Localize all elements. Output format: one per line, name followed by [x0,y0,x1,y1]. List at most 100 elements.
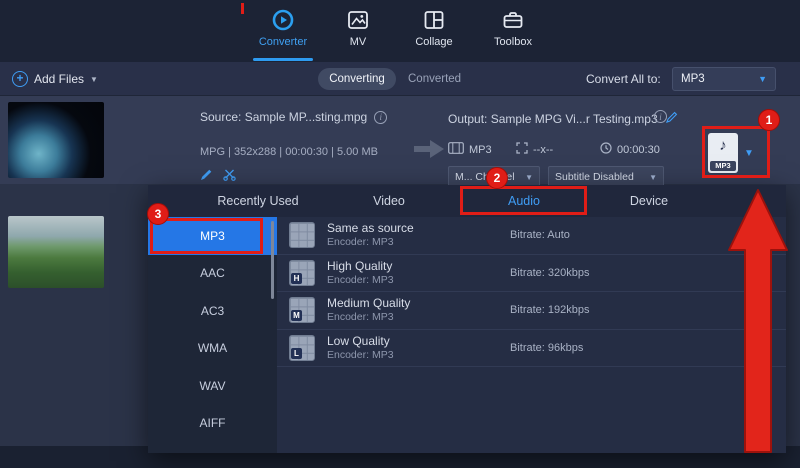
preset-bitrate: Bitrate: 320kbps [510,267,590,279]
output-line: Output: Sample MPG Vi...r Testing.mp3 [448,110,678,128]
popup-tab-video[interactable]: Video [339,185,439,217]
preset-quality-icon: H [289,260,315,286]
source-filename: Source: Sample MP...sting.mpg [200,110,367,124]
preset-encoder: Encoder: MP3 [327,236,414,249]
output-duration-group: 00:00:30 [600,142,660,158]
tab-toolbox-label: Toolbox [494,36,532,48]
active-tab-indicator [253,58,313,61]
quality-letter-badge: H [291,273,302,284]
convert-arrow-icon [414,138,444,165]
chevron-down-icon: ▼ [525,173,533,182]
video-thumbnail-earth [8,102,104,178]
popup-tab-audio[interactable]: Audio [474,185,574,217]
preset-quality-icon [289,222,315,248]
output-resolution-group: --x-- [516,142,553,158]
format-frame-icon [448,141,464,159]
preset-row-medium-quality[interactable]: M Medium Quality Encoder: MP3 Bitrate: 1… [277,292,786,330]
output-resolution: --x-- [533,144,553,156]
tab-converter-label: Converter [259,36,307,48]
format-item-aac[interactable]: AAC [148,255,277,293]
preset-encoder: Encoder: MP3 [327,274,394,287]
chevron-down-icon: ▼ [744,148,754,159]
output-duration: 00:00:30 [617,144,660,156]
quality-letter-badge: L [291,348,302,359]
quality-letter-badge: M [291,310,302,321]
source-line: Source: Sample MP...sting.mpg i [200,110,387,124]
expand-icon [516,141,528,159]
convert-all-value: MP3 [681,73,758,85]
tab-converter[interactable]: Converter [246,7,320,59]
music-note-icon: ♪ [708,133,738,159]
tab-toolbox[interactable]: Toolbox [476,7,550,59]
preset-quality-icon: L [289,335,315,361]
convert-all-dropdown[interactable]: MP3 ▼ [672,67,776,91]
tab-collage[interactable]: Collage [397,7,471,59]
preset-row-low-quality[interactable]: L Low Quality Encoder: MP3 Bitrate: 96kb… [277,330,786,368]
tab-mv-label: MV [350,36,367,48]
format-item-wav[interactable]: WAV [148,367,277,405]
app-window: Converter MV Collage Toolbox + Add Files… [0,0,800,468]
popup-tab-bar: Recently Used Video Audio Device [148,185,786,217]
preset-title: Same as source [327,221,414,235]
preset-row-high-quality[interactable]: H High Quality Encoder: MP3 Bitrate: 320… [277,255,786,293]
format-selector-label: MP3 [710,161,736,171]
info-icon[interactable]: i [374,111,387,124]
preset-title: Low Quality [327,334,394,348]
rename-icon[interactable] [666,110,678,128]
format-list-scrollbar[interactable] [271,221,274,299]
preset-list: Same as source Encoder: MP3 Bitrate: Aut… [277,217,786,453]
row-tools [200,168,236,186]
converter-play-icon [271,7,295,33]
gear-icon[interactable] [753,263,768,283]
format-item-aiff[interactable]: AIFF [148,405,277,443]
plus-icon: + [12,71,28,87]
output-info-icon[interactable]: i [654,110,667,123]
clock-icon [600,141,612,159]
format-list: MP3 AAC AC3 WMA WAV AIFF [148,217,277,453]
format-item-ac3[interactable]: AC3 [148,292,277,330]
mv-icon [347,7,369,33]
cut-icon[interactable] [223,168,236,186]
preset-title: High Quality [327,259,394,273]
preset-bitrate: Bitrate: Auto [510,229,570,241]
chevron-down-icon: ▼ [649,173,657,182]
chevron-down-icon: ▼ [758,74,767,84]
collage-icon [423,7,445,33]
audio-file-icon: ♪ MP3 [708,133,738,173]
add-files-button[interactable]: + Add Files ▼ [12,62,98,96]
preset-encoder: Encoder: MP3 [327,311,410,324]
subtitle-value: Subtitle Disabled [555,171,645,183]
gear-icon[interactable] [753,338,768,358]
annotation-tick [241,3,244,14]
output-format-badge: MP3 [469,144,492,156]
convert-all-label: Convert All to: [586,68,661,90]
preset-title: Medium Quality [327,296,410,310]
preset-encoder: Encoder: MP3 [327,349,394,362]
format-item-mp3[interactable]: MP3 [148,217,277,255]
file-row [0,96,800,184]
tab-converted[interactable]: Converted [408,68,461,90]
toolbox-icon [502,7,524,33]
output-format-group: MP3 [448,142,492,158]
preset-bitrate: Bitrate: 192kbps [510,304,590,316]
edit-icon[interactable] [200,168,213,186]
tab-collage-label: Collage [415,36,452,48]
gear-icon[interactable] [753,300,768,320]
chevron-down-icon: ▼ [90,75,98,84]
preset-bitrate: Bitrate: 96kbps [510,342,583,354]
preset-quality-icon: M [289,297,315,323]
format-popup: Recently Used Video Audio Device MP3 AAC… [148,185,786,453]
source-meta: MPG | 352x288 | 00:00:30 | 5.00 MB [200,146,378,158]
output-format-selector[interactable]: ♪ MP3 ▼ [708,131,766,175]
add-files-label: Add Files [34,72,84,86]
video-thumbnail-landscape [8,216,104,288]
preset-row-same-as-source[interactable]: Same as source Encoder: MP3 Bitrate: Aut… [277,217,786,255]
format-item-wma[interactable]: WMA [148,330,277,368]
tab-mv[interactable]: MV [321,7,395,59]
channel-value: M... Channel [455,171,521,183]
output-filename: Output: Sample MPG Vi...r Testing.mp3 [448,112,658,126]
popup-tab-recently-used[interactable]: Recently Used [178,185,338,217]
popup-tab-device[interactable]: Device [599,185,699,217]
tab-converting[interactable]: Converting [318,68,396,90]
top-navigation: Converter MV Collage Toolbox [0,0,800,62]
